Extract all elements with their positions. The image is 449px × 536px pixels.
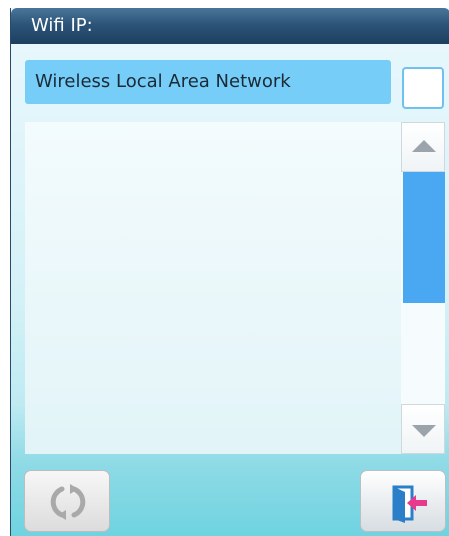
network-select-field[interactable]: Wireless Local Area Network (25, 60, 391, 104)
ip-list-panel[interactable] (25, 122, 401, 454)
title-bar: Wifi IP: (11, 8, 449, 44)
exit-door-icon (392, 485, 427, 523)
list-scrollbar[interactable] (401, 122, 445, 454)
window-title: Wifi IP: (31, 15, 93, 36)
arrow-up-icon (412, 140, 436, 152)
wifi-ip-window: Wifi IP: Wireless Local Area Network (10, 8, 449, 536)
arrow-down-icon (412, 425, 436, 437)
network-name-label: Wireless Local Area Network (35, 71, 291, 92)
exit-button[interactable] (360, 470, 446, 532)
scroll-track[interactable] (401, 172, 445, 404)
refresh-icon (50, 484, 86, 520)
network-checkbox[interactable] (402, 67, 444, 109)
scroll-thumb[interactable] (403, 172, 445, 303)
refresh-button[interactable] (24, 470, 110, 532)
scroll-down-button[interactable] (401, 404, 445, 454)
scroll-up-button[interactable] (401, 122, 445, 172)
